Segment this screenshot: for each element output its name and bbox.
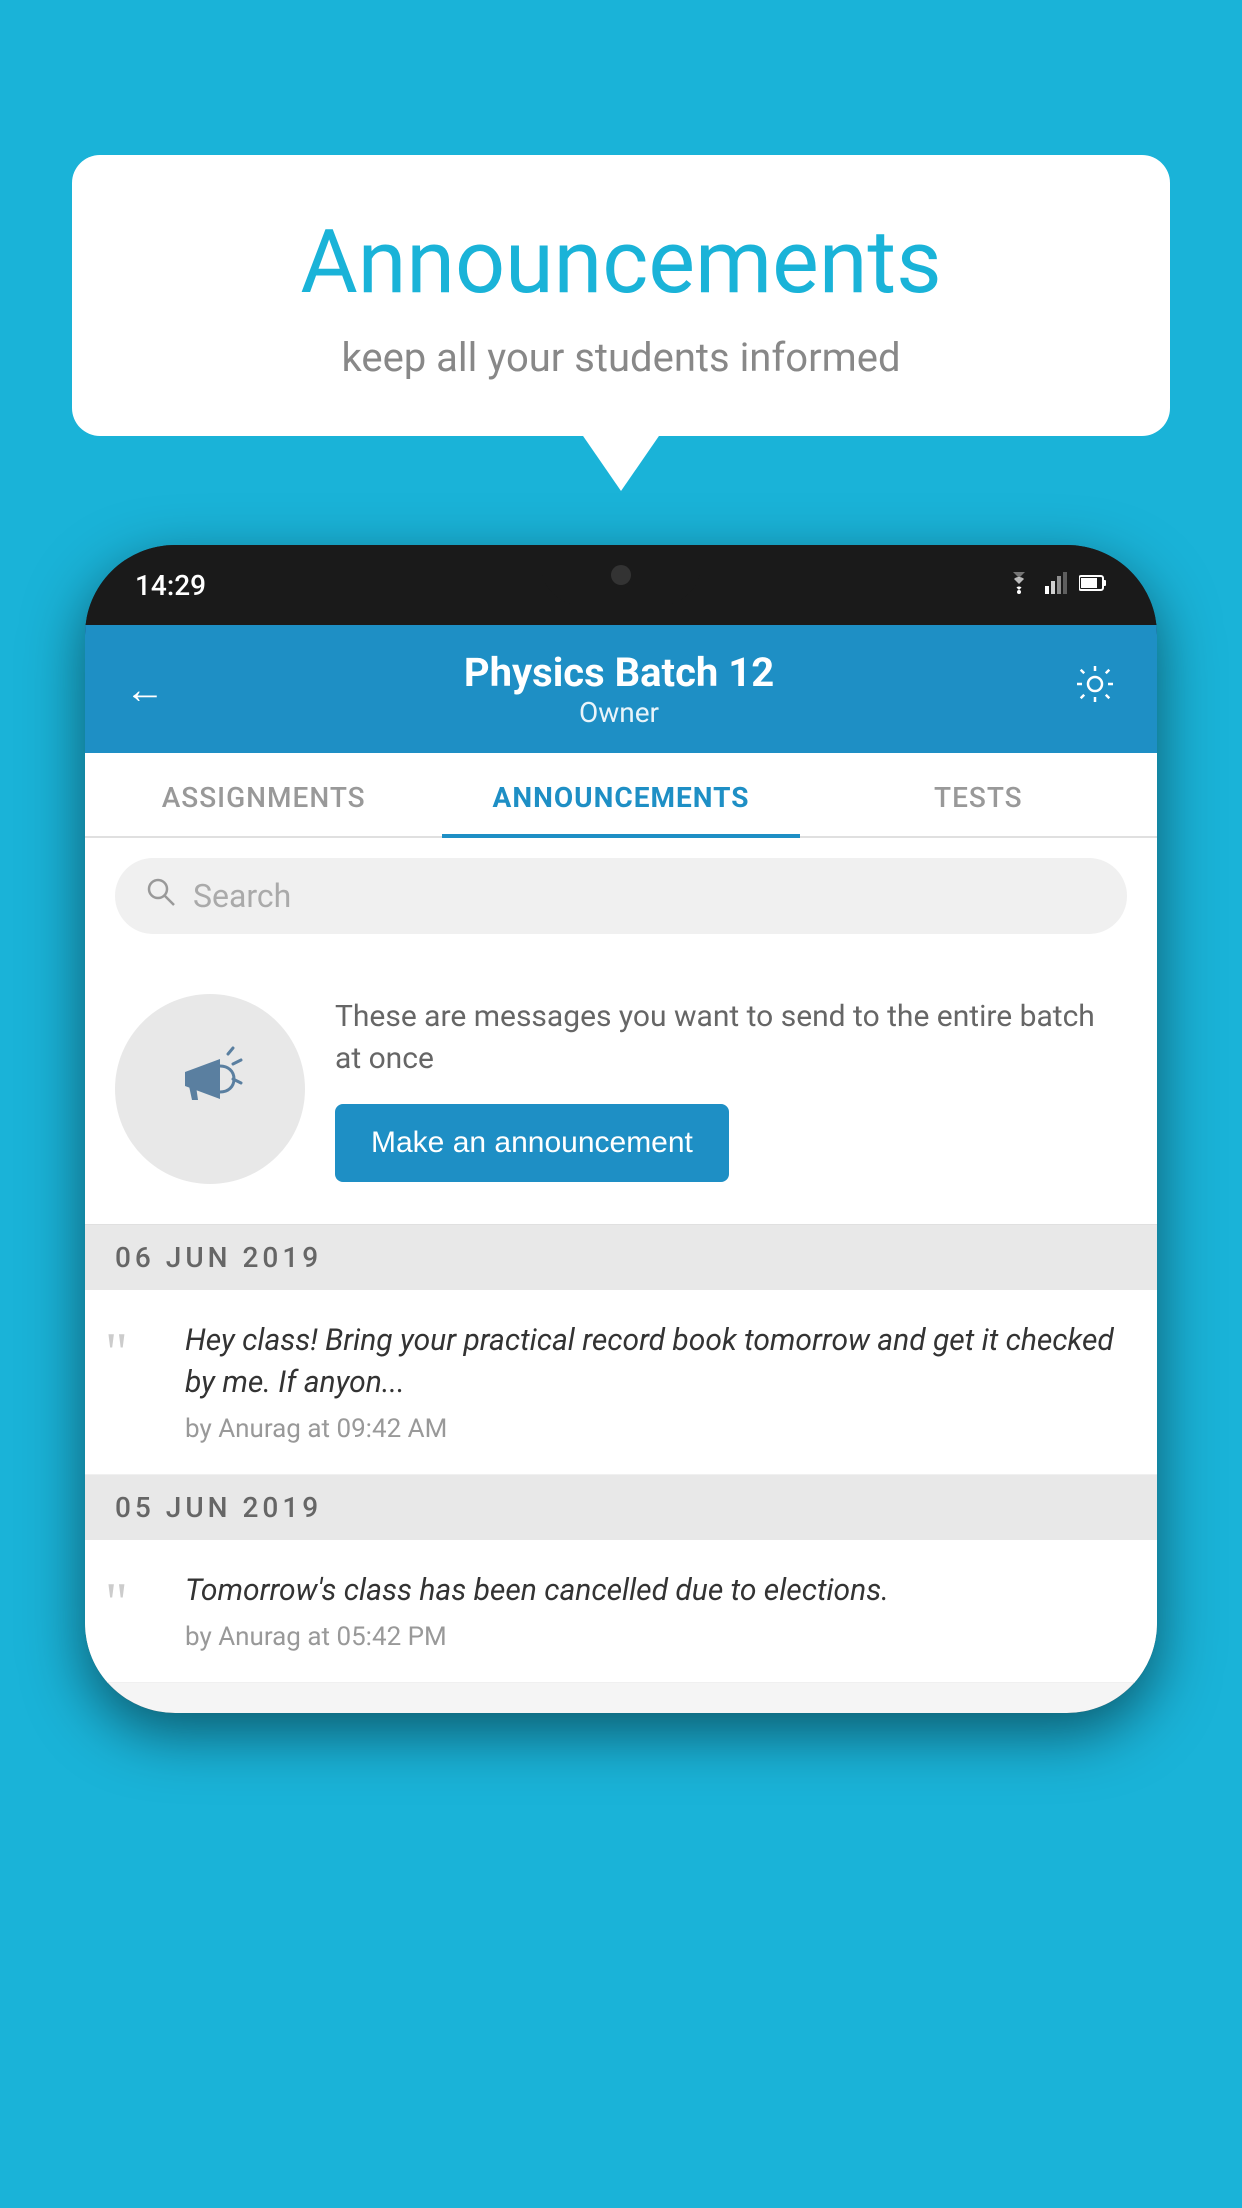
status-icons xyxy=(1005,572,1107,598)
tab-tests[interactable]: TESTS xyxy=(800,753,1157,836)
phone-body: 14:29 xyxy=(85,545,1157,1713)
speech-bubble-container: Announcements keep all your students inf… xyxy=(72,155,1170,436)
tab-assignments[interactable]: ASSIGNMENTS xyxy=(85,753,442,836)
app-header: ← Physics Batch 12 Owner xyxy=(85,625,1157,753)
camera xyxy=(611,565,631,585)
megaphone-icon xyxy=(165,1034,255,1144)
bubble-title: Announcements xyxy=(122,215,1120,312)
tab-announcements[interactable]: ANNOUNCEMENTS xyxy=(442,753,799,836)
wifi-icon xyxy=(1005,572,1033,598)
date-separator-2: 05 JUN 2019 xyxy=(85,1475,1157,1540)
announcement-content-2: Tomorrow's class has been cancelled due … xyxy=(185,1570,1127,1652)
phone-screen: Search xyxy=(85,838,1157,1683)
settings-icon[interactable] xyxy=(1073,662,1117,716)
speech-bubble: Announcements keep all your students inf… xyxy=(72,155,1170,436)
bubble-subtitle: keep all your students informed xyxy=(122,334,1120,381)
promo-content: These are messages you want to send to t… xyxy=(335,996,1127,1182)
promo-icon-circle xyxy=(115,994,305,1184)
make-announcement-button[interactable]: Make an announcement xyxy=(335,1104,729,1182)
promo-block: These are messages you want to send to t… xyxy=(85,954,1157,1225)
search-bar[interactable]: Search xyxy=(115,858,1127,934)
tab-bar: ASSIGNMENTS ANNOUNCEMENTS TESTS xyxy=(85,753,1157,838)
search-icon xyxy=(145,876,177,916)
header-subtitle: Owner xyxy=(464,696,774,729)
announcement-item-2[interactable]: " Tomorrow's class has been cancelled du… xyxy=(85,1540,1157,1683)
announcement-content-1: Hey class! Bring your practical record b… xyxy=(185,1320,1127,1444)
back-button[interactable]: ← xyxy=(125,666,165,713)
phone-bottom xyxy=(85,1683,1157,1713)
signal-icon xyxy=(1045,572,1067,598)
announcement-text-2: Tomorrow's class has been cancelled due … xyxy=(185,1570,1127,1612)
header-center: Physics Batch 12 Owner xyxy=(464,649,774,729)
announcement-item-1[interactable]: " Hey class! Bring your practical record… xyxy=(85,1290,1157,1475)
notch xyxy=(541,545,701,605)
phone-mockup: 14:29 xyxy=(85,545,1157,1713)
quote-icon-2: " xyxy=(105,1575,165,1631)
promo-description: These are messages you want to send to t… xyxy=(335,996,1127,1080)
date-separator-1: 06 JUN 2019 xyxy=(85,1225,1157,1290)
battery-icon xyxy=(1079,574,1107,596)
announcement-meta-1: by Anurag at 09:42 AM xyxy=(185,1414,1127,1444)
announcement-text-1: Hey class! Bring your practical record b… xyxy=(185,1320,1127,1404)
announcement-meta-2: by Anurag at 05:42 PM xyxy=(185,1622,1127,1652)
quote-icon-1: " xyxy=(105,1325,165,1381)
search-placeholder: Search xyxy=(193,877,291,915)
header-title: Physics Batch 12 xyxy=(464,649,774,696)
search-container: Search xyxy=(85,838,1157,954)
status-bar: 14:29 xyxy=(85,545,1157,625)
status-time: 14:29 xyxy=(135,569,206,602)
